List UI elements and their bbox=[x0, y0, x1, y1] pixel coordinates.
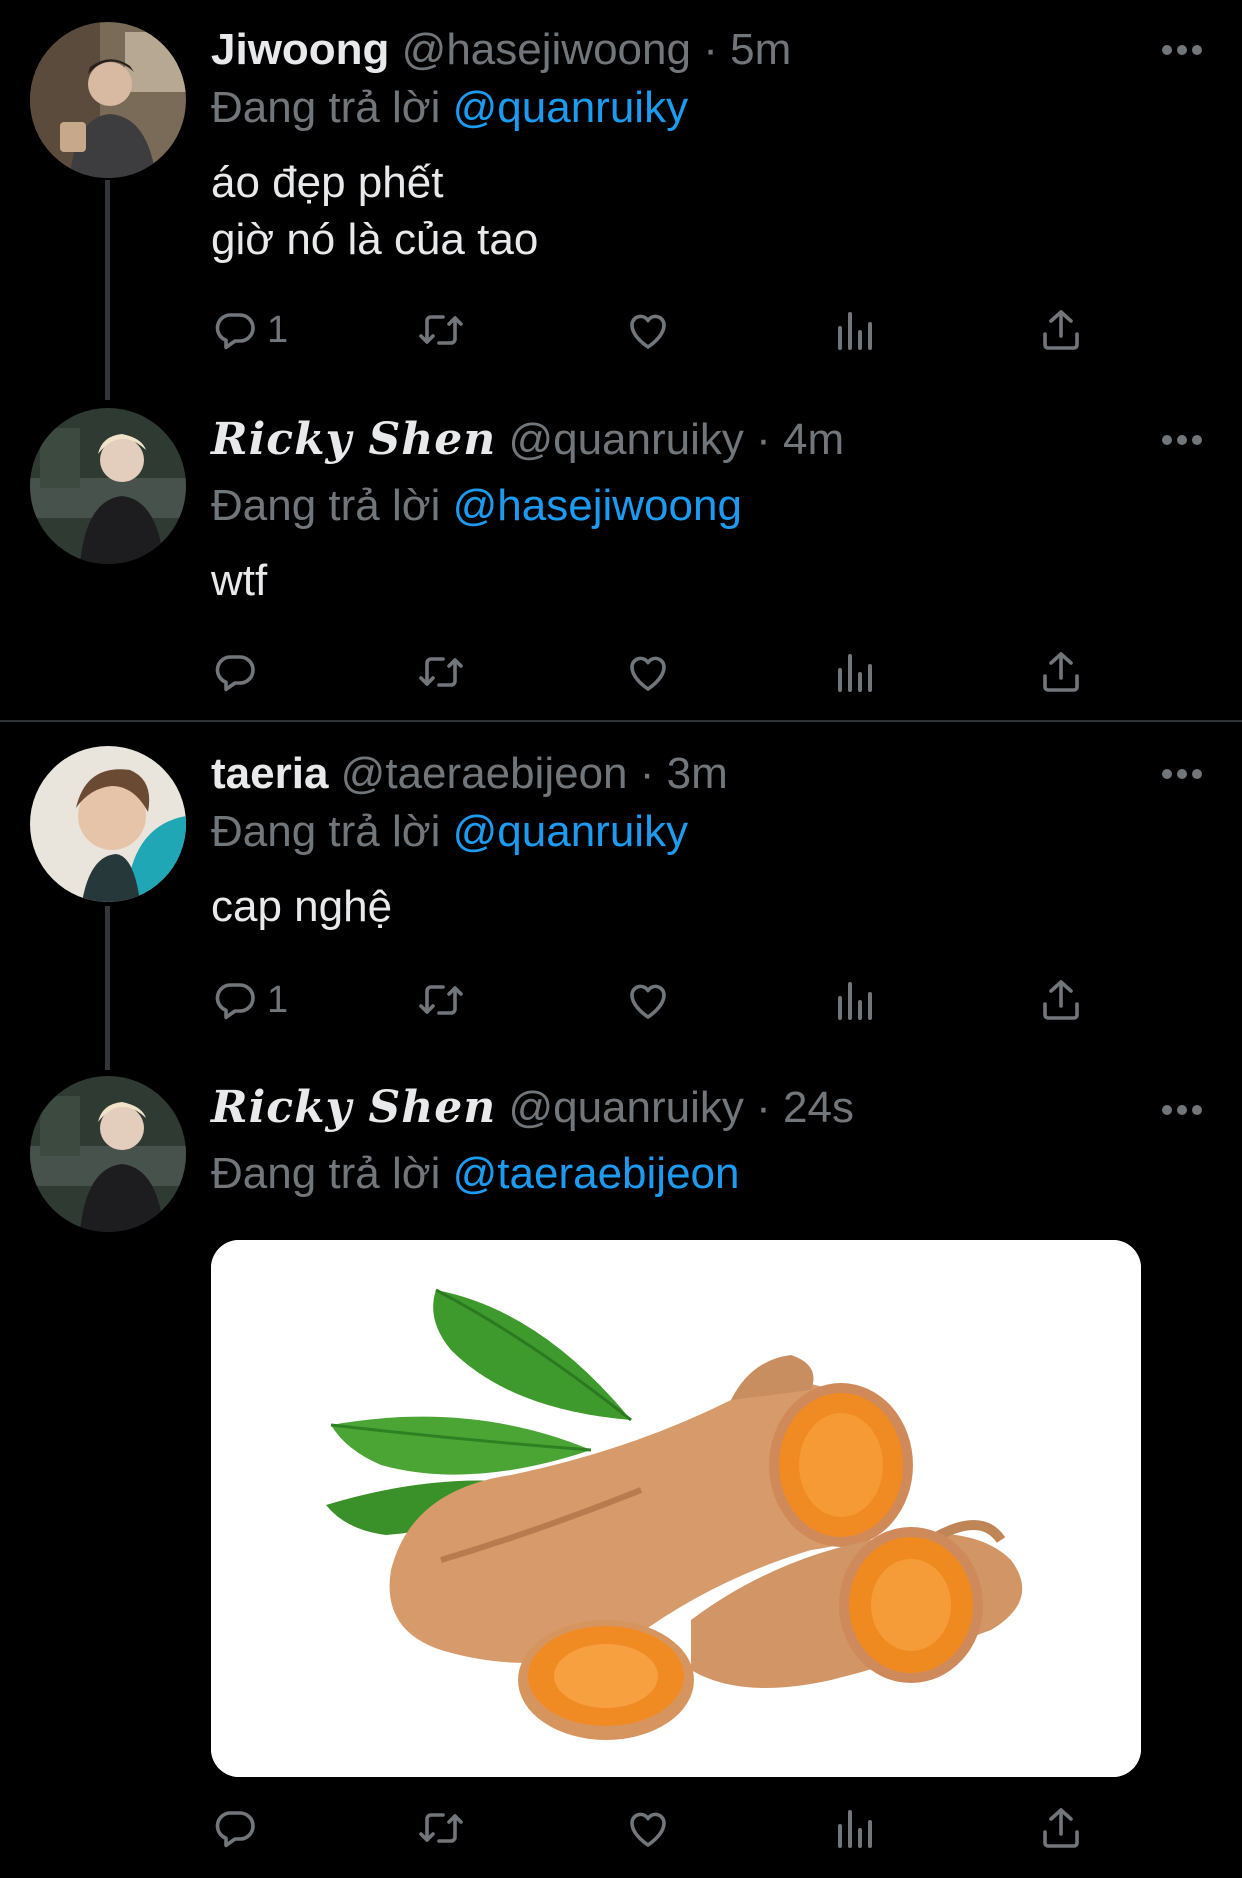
retweet-button[interactable] bbox=[417, 646, 465, 698]
action-bar: 1 bbox=[211, 974, 1111, 1026]
reply-button[interactable] bbox=[211, 646, 259, 698]
display-name[interactable]: Ricky Shen bbox=[211, 1082, 496, 1133]
views-icon bbox=[830, 1804, 878, 1852]
views-icon bbox=[830, 306, 878, 354]
reply-icon bbox=[211, 1804, 259, 1852]
timestamp[interactable]: 3m bbox=[667, 749, 728, 798]
tweet-text: áo đẹp phết giờ nó là của tao bbox=[211, 154, 538, 268]
timestamp[interactable]: 4m bbox=[783, 415, 844, 464]
action-bar: 1 bbox=[211, 304, 1111, 356]
replying-to: Đang trả lời @quanruiky bbox=[211, 82, 688, 134]
tweet-ricky-shen[interactable]: Ricky Shen @quanruiky · 4m Đang trả lời … bbox=[0, 400, 1242, 720]
avatar[interactable] bbox=[30, 22, 186, 178]
replying-to: Đang trả lời @hasejiwoong bbox=[211, 480, 742, 532]
mention-link[interactable]: @taeraebijeon bbox=[453, 1149, 740, 1198]
tweet-header: Ricky Shen @quanruiky · 24s bbox=[211, 1082, 854, 1134]
like-icon bbox=[624, 976, 672, 1024]
tweet-text: cap nghệ bbox=[211, 878, 392, 935]
more-icon[interactable] bbox=[1162, 45, 1202, 57]
share-icon bbox=[1037, 648, 1085, 696]
share-icon bbox=[1037, 306, 1085, 354]
timestamp[interactable]: 24s bbox=[783, 1083, 854, 1132]
tweet-text: wtf bbox=[211, 552, 267, 609]
share-button[interactable] bbox=[1037, 304, 1085, 356]
reply-icon bbox=[211, 306, 259, 354]
more-icon[interactable] bbox=[1162, 1105, 1202, 1117]
retweet-button[interactable] bbox=[417, 1802, 465, 1854]
like-button[interactable] bbox=[624, 304, 672, 356]
username[interactable]: @quanruiky bbox=[508, 1083, 743, 1132]
replying-to: Đang trả lời @quanruiky bbox=[211, 806, 688, 858]
retweet-icon bbox=[417, 306, 465, 354]
tweet-jiwoong[interactable]: Jiwoong @hasejiwoong · 5m Đang trả lời @… bbox=[0, 0, 1242, 400]
like-button[interactable] bbox=[624, 1802, 672, 1854]
like-button[interactable] bbox=[624, 646, 672, 698]
tweet-header: Ricky Shen @quanruiky · 4m bbox=[211, 414, 844, 466]
text-line: wtf bbox=[211, 556, 268, 605]
more-icon[interactable] bbox=[1162, 435, 1202, 447]
reply-icon bbox=[211, 648, 259, 696]
reply-button[interactable] bbox=[211, 1802, 259, 1854]
views-button[interactable] bbox=[830, 646, 878, 698]
replying-prefix: Đang trả lời bbox=[211, 481, 441, 530]
reply-count: 1 bbox=[267, 978, 289, 1021]
more-icon[interactable] bbox=[1162, 769, 1202, 781]
mention-link[interactable]: @quanruiky bbox=[453, 83, 688, 132]
views-icon bbox=[830, 976, 878, 1024]
display-name[interactable]: Jiwoong bbox=[211, 25, 389, 74]
text-line: giờ nó là của tao bbox=[211, 215, 539, 264]
action-bar bbox=[211, 1802, 1111, 1854]
avatar[interactable] bbox=[30, 746, 186, 902]
replying-prefix: Đang trả lời bbox=[211, 807, 441, 856]
reply-count: 1 bbox=[267, 308, 289, 351]
avatar[interactable] bbox=[30, 408, 186, 564]
share-button[interactable] bbox=[1037, 1802, 1085, 1854]
like-button[interactable] bbox=[624, 974, 672, 1026]
display-name[interactable]: taeria bbox=[211, 749, 328, 798]
like-icon bbox=[624, 1804, 672, 1852]
mention-link[interactable]: @quanruiky bbox=[453, 807, 688, 856]
mention-link[interactable]: @hasejiwoong bbox=[453, 481, 742, 530]
separator-dot: · bbox=[756, 415, 771, 464]
turmeric-photo[interactable] bbox=[211, 1240, 1141, 1777]
reply-button[interactable]: 1 bbox=[211, 974, 288, 1026]
reply-button[interactable]: 1 bbox=[211, 304, 288, 356]
timestamp[interactable]: 5m bbox=[730, 25, 791, 74]
tweet-header: Jiwoong @hasejiwoong · 5m bbox=[211, 24, 791, 76]
tweet-taeria[interactable]: taeria @taeraebijeon · 3m Đang trả lời @… bbox=[0, 722, 1242, 1072]
views-button[interactable] bbox=[830, 1802, 878, 1854]
separator-dot: · bbox=[756, 1083, 771, 1132]
retweet-icon bbox=[417, 976, 465, 1024]
replying-to: Đang trả lời @taeraebijeon bbox=[211, 1148, 739, 1200]
separator-dot: · bbox=[703, 25, 718, 74]
tweet-header: taeria @taeraebijeon · 3m bbox=[211, 748, 728, 800]
avatar[interactable] bbox=[30, 1076, 186, 1232]
reply-icon bbox=[211, 976, 259, 1024]
share-icon bbox=[1037, 976, 1085, 1024]
username[interactable]: @hasejiwoong bbox=[402, 25, 691, 74]
retweet-icon bbox=[417, 648, 465, 696]
share-icon bbox=[1037, 1804, 1085, 1852]
retweet-button[interactable] bbox=[417, 974, 465, 1026]
views-icon bbox=[830, 648, 878, 696]
username[interactable]: @taeraebijeon bbox=[341, 749, 628, 798]
action-bar bbox=[211, 646, 1111, 698]
like-icon bbox=[624, 306, 672, 354]
replying-prefix: Đang trả lời bbox=[211, 1149, 441, 1198]
retweet-button[interactable] bbox=[417, 304, 465, 356]
separator-dot: · bbox=[639, 749, 655, 798]
share-button[interactable] bbox=[1037, 974, 1085, 1026]
share-button[interactable] bbox=[1037, 646, 1085, 698]
like-icon bbox=[624, 648, 672, 696]
display-name[interactable]: Ricky Shen bbox=[211, 414, 496, 465]
retweet-icon bbox=[417, 1804, 465, 1852]
username[interactable]: @quanruiky bbox=[508, 415, 743, 464]
views-button[interactable] bbox=[830, 974, 878, 1026]
replying-prefix: Đang trả lời bbox=[211, 83, 441, 132]
views-button[interactable] bbox=[830, 304, 878, 356]
text-line: áo đẹp phết bbox=[211, 158, 444, 207]
text-line: cap nghệ bbox=[211, 882, 393, 931]
